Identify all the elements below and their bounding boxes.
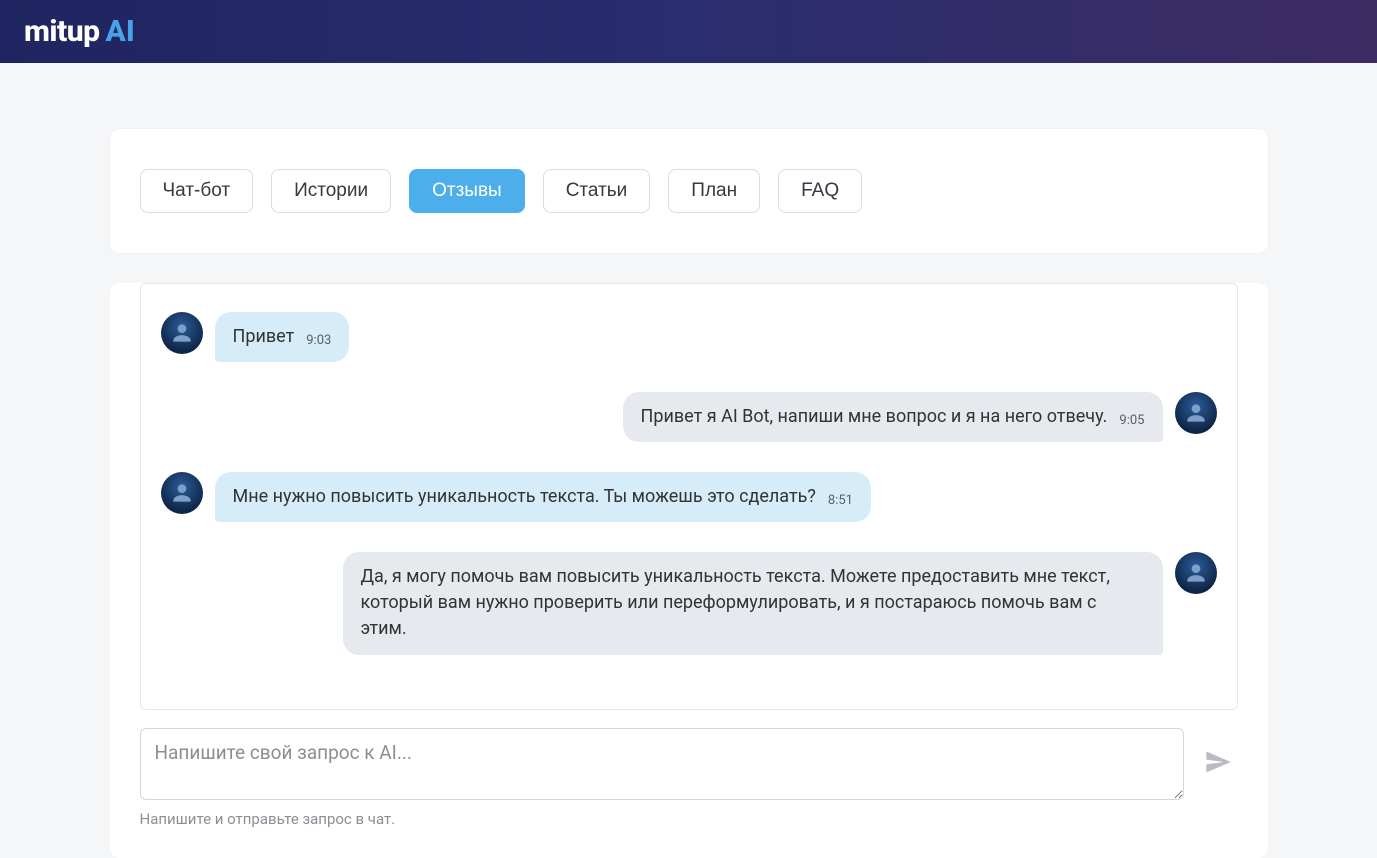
send-button[interactable] <box>1198 742 1238 785</box>
message-text: Да, я могу помочь вам повысить уникально… <box>361 564 1145 642</box>
user-avatar <box>161 472 203 514</box>
input-row <box>140 728 1238 800</box>
app-header: mitup AI <box>0 0 1377 63</box>
tab-1[interactable]: Истории <box>271 169 391 213</box>
message-row: Привет я AI Bot, напиши мне вопрос и я н… <box>161 392 1217 442</box>
tab-3[interactable]: Статьи <box>543 169 651 213</box>
bot-avatar <box>1175 392 1217 434</box>
tab-0[interactable]: Чат-бот <box>140 169 254 213</box>
message-bubble: Привет я AI Bot, напиши мне вопрос и я н… <box>623 392 1163 442</box>
brand-accent: AI <box>106 14 135 49</box>
message-bubble: Да, я могу помочь вам повысить уникально… <box>343 552 1163 654</box>
input-hint: Напишите и отправьте запрос в чат. <box>140 810 1238 828</box>
tabs-card: Чат-бот Истории Отзывы Статьи План FAQ <box>110 129 1268 253</box>
brand-logo: mitup AI <box>24 14 135 49</box>
message-bubble: Привет 9:03 <box>215 312 350 362</box>
message-text: Привет <box>233 324 295 350</box>
chat-input[interactable] <box>140 728 1184 800</box>
message-row: Привет 9:03 <box>161 312 1217 362</box>
tabs-row: Чат-бот Истории Отзывы Статьи План FAQ <box>140 169 1238 213</box>
tab-4[interactable]: План <box>668 169 760 213</box>
brand-main: mitup <box>24 14 100 49</box>
message-row: Мне нужно повысить уникальность текста. … <box>161 472 1217 522</box>
message-row: Да, я могу помочь вам повысить уникально… <box>161 552 1217 654</box>
send-icon <box>1204 748 1232 776</box>
message-bubble: Мне нужно повысить уникальность текста. … <box>215 472 871 522</box>
messages-list: Привет 9:03 Привет я AI Bot, напиши мне во… <box>140 283 1238 710</box>
tab-5[interactable]: FAQ <box>778 169 862 213</box>
user-avatar <box>161 312 203 354</box>
message-text: Мне нужно повысить уникальность текста. … <box>233 484 816 510</box>
message-time: 9:05 <box>1119 413 1144 430</box>
message-time: 9:03 <box>306 333 331 350</box>
chat-card: Привет 9:03 Привет я AI Bot, напиши мне во… <box>110 283 1268 858</box>
tab-2[interactable]: Отзывы <box>409 169 525 213</box>
bot-avatar <box>1175 552 1217 594</box>
message-text: Привет я AI Bot, напиши мне вопрос и я н… <box>641 404 1108 430</box>
message-time: 8:51 <box>828 493 853 510</box>
